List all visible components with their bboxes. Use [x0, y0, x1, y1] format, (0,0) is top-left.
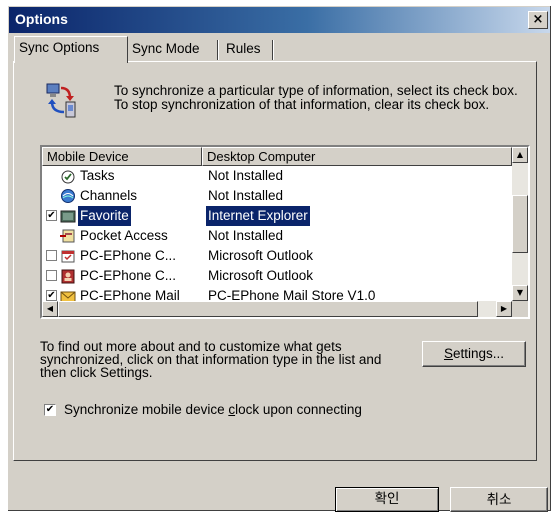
scroll-right-icon[interactable]: ▶	[496, 301, 512, 317]
channels-icon	[61, 189, 75, 203]
pocket-access-icon	[60, 229, 75, 243]
tab-sync-mode[interactable]: Sync Mode	[128, 38, 222, 60]
tasks-icon	[61, 170, 75, 184]
item-name: Pocket Access	[80, 228, 168, 243]
item-desktop: Microsoft Outlook	[208, 268, 314, 283]
list-header: Mobile Device Desktop Computer	[42, 147, 512, 166]
settings-label-post: ettings...	[452, 346, 505, 361]
item-desktop: Not Installed	[208, 188, 284, 203]
scroll-left-icon[interactable]: ◀	[42, 301, 58, 317]
list-rows: Tasks Not Installed Channels Not Install…	[42, 166, 512, 301]
item-desktop: Not Installed	[208, 228, 284, 243]
help-text: To find out more about and to customize …	[40, 339, 382, 380]
sync-devices-icon	[46, 83, 76, 118]
item-name: PC-EPhone C...	[80, 268, 177, 283]
scroll-down-icon[interactable]: ▼	[512, 285, 528, 301]
settings-accel: S	[443, 346, 453, 361]
column-header-desktop-computer[interactable]: Desktop Computer	[202, 147, 512, 166]
tab-sync-options[interactable]: Sync Options	[14, 36, 128, 63]
item-name: Tasks	[80, 168, 115, 183]
list-item[interactable]: Tasks Not Installed	[42, 166, 512, 186]
close-button[interactable]: ×	[528, 11, 548, 29]
list-item[interactable]: ✔ PC-EPhone Mail PC-EPhone Mail Store V1…	[42, 286, 512, 301]
calendar-icon	[61, 250, 75, 263]
sync-checkbox[interactable]: ✔	[46, 290, 57, 301]
horizontal-scrollbar[interactable]: ◀ ▶	[42, 301, 512, 317]
vertical-scroll-thumb[interactable]	[512, 195, 528, 253]
scroll-up-icon[interactable]: ▲	[512, 147, 528, 163]
item-name: Favorite	[78, 206, 131, 226]
item-name: PC-EPhone C...	[80, 248, 177, 263]
vertical-scrollbar[interactable]: ▲ ▼	[512, 147, 528, 301]
tab-rules[interactable]: Rules	[222, 38, 276, 60]
title-bar[interactable]: Options ×	[9, 7, 550, 33]
tab-separator	[272, 40, 274, 60]
mail-icon	[60, 291, 76, 301]
item-desktop: Not Installed	[208, 168, 284, 183]
sync-checkbox[interactable]	[46, 250, 57, 261]
sync-clock-checkbox[interactable]: ✔	[44, 404, 56, 416]
item-desktop: Microsoft Outlook	[208, 248, 314, 263]
clock-label-post: lock upon connecting	[235, 402, 362, 417]
item-desktop: Internet Explorer	[206, 206, 310, 226]
list-item[interactable]: Channels Not Installed	[42, 186, 512, 206]
sync-checkbox[interactable]: ✔	[46, 210, 57, 221]
list-item[interactable]: PC-EPhone C... Microsoft Outlook	[42, 246, 512, 266]
list-item[interactable]: PC-EPhone C... Microsoft Outlook	[42, 266, 512, 286]
sync-items-list[interactable]: Mobile Device Desktop Computer Tasks Not…	[40, 145, 530, 319]
settings-button[interactable]: Settings...	[422, 341, 526, 367]
sync-clock-label: Synchronize mobile device clock upon con…	[64, 401, 362, 419]
contacts-icon	[61, 269, 75, 284]
sync-checkbox[interactable]	[46, 270, 57, 281]
intro-text: To synchronize a particular type of info…	[114, 83, 518, 112]
item-name: PC-EPhone Mail	[80, 288, 180, 301]
cancel-button[interactable]: 취소	[450, 487, 548, 512]
ok-button[interactable]: 확인	[335, 487, 439, 512]
favorite-icon	[60, 210, 76, 223]
clock-label-pre: Synchronize mobile device	[64, 402, 229, 417]
list-item[interactable]: Pocket Access Not Installed	[42, 226, 512, 246]
column-header-mobile-device[interactable]: Mobile Device	[42, 147, 202, 166]
window-title: Options	[15, 11, 68, 27]
list-item[interactable]: ✔ Favorite Internet Explorer	[42, 206, 512, 226]
item-desktop: PC-EPhone Mail Store V1.0	[208, 288, 376, 301]
item-name: Channels	[80, 188, 138, 203]
tab-separator	[217, 40, 219, 60]
horizontal-scroll-thumb[interactable]	[58, 301, 478, 317]
scrollbar-corner	[512, 301, 528, 317]
